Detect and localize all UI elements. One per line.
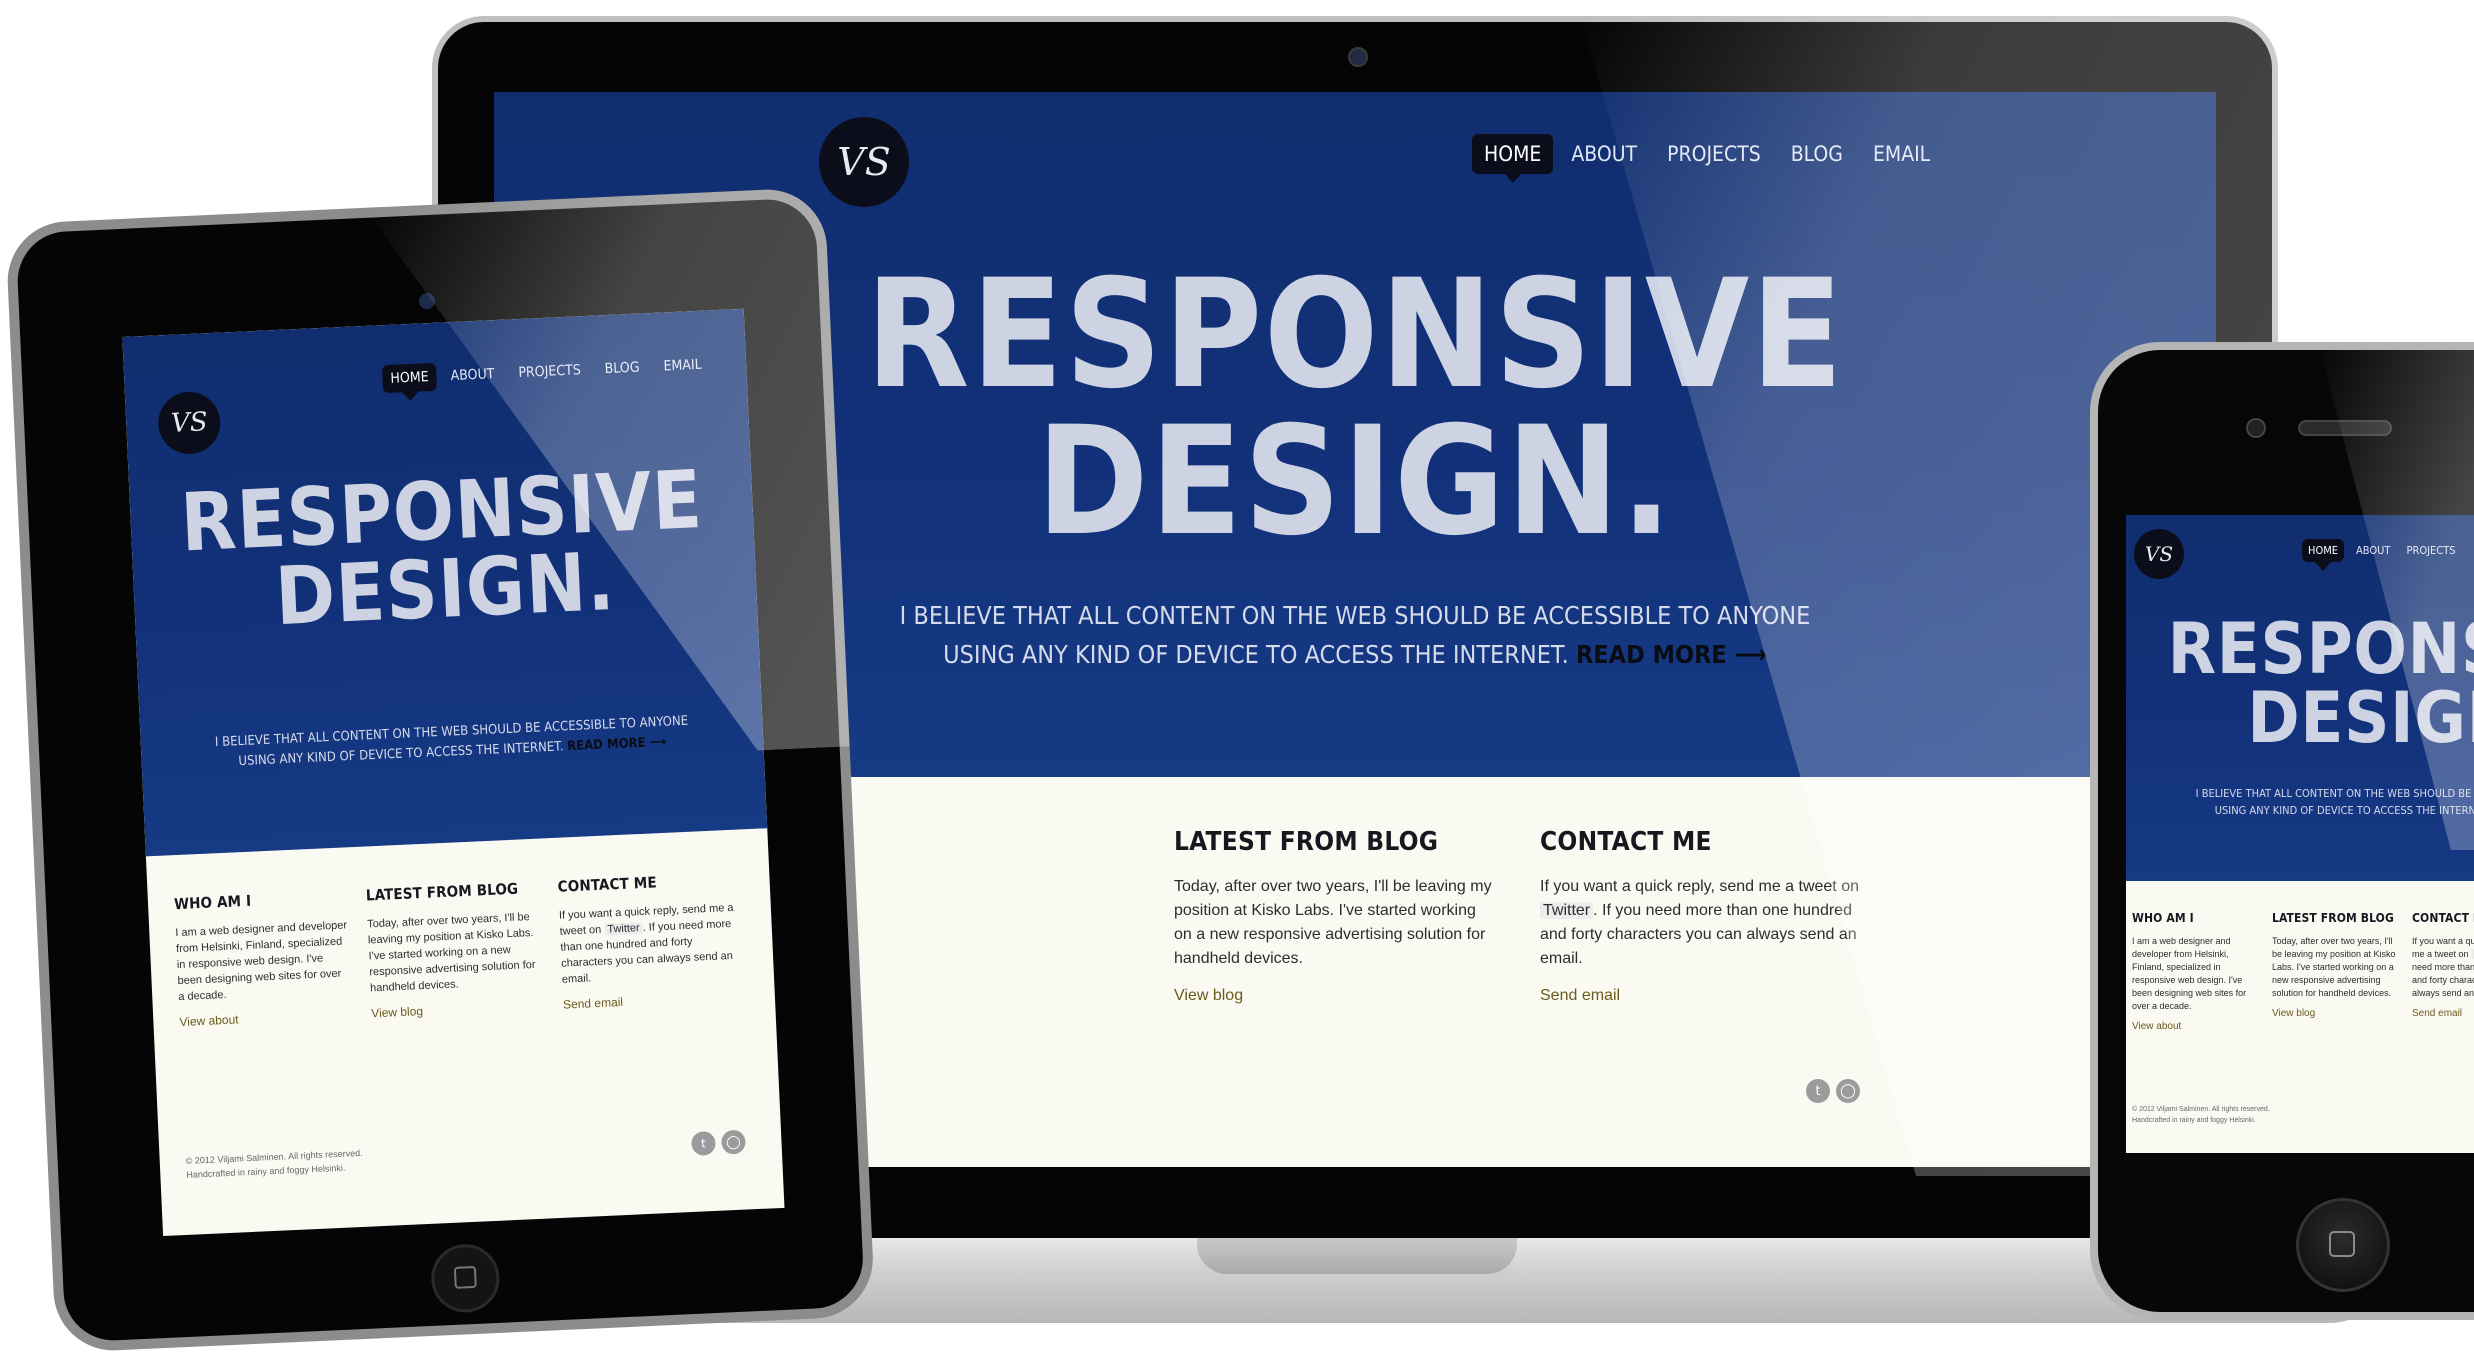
laptop-camera <box>1348 47 1368 67</box>
phone-contact-text-before: If you want a quick reply, send me a twe… <box>2412 936 2474 959</box>
phone-handcrafted-text: Handcrafted in rainy and foggy Helsinki. <box>2132 1116 2256 1124</box>
tablet-hero-headline: RESPONSIVE DESIGN. <box>129 453 757 644</box>
phone-tagline-line-2: USING ANY KIND OF DEVICE TO ACCESS THE I… <box>2136 802 2474 819</box>
phone-who-am-i-column: Who am I I am a web designer and develop… <box>2132 911 2260 1032</box>
view-blog-link[interactable]: View blog <box>1174 987 1494 1005</box>
tablet-nav-email[interactable]: Email <box>663 351 702 381</box>
contact-column: Contact me If you want a quick reply, se… <box>1540 827 1860 1005</box>
phone-footer: © 2012 Viljami Salminen. All rights rese… <box>2132 1105 2270 1126</box>
tablet-blog-text: Today, after over two years, I'll be lea… <box>366 911 536 995</box>
phone-screen: VS Home About Projects RESPONSIVE DESIGN… <box>2126 515 2474 1153</box>
tablet-view-about-link[interactable]: View about <box>179 1007 351 1029</box>
phone-contact-column: Contact me If you want a quick reply, se… <box>2412 911 2474 1019</box>
tablet-contact-title: Contact me <box>557 873 658 896</box>
phone-hero-section: VS Home About Projects RESPONSIVE DESIGN… <box>2126 515 2474 881</box>
tablet-contact-text: If you want a quick reply, send me a twe… <box>559 900 742 988</box>
phone-who-am-i-text: I am a web designer and developer from H… <box>2132 936 2247 1011</box>
tablet-blog-title: Latest from blog <box>365 879 519 905</box>
tablet-contact-column: Contact me If you want a quick reply, se… <box>557 870 743 1012</box>
phone-nav-home[interactable]: Home <box>2302 539 2345 562</box>
phone-copyright-text: © 2012 Viljami Salminen. All rights rese… <box>2132 1106 2270 1113</box>
contact-text: If you want a quick reply, send me a twe… <box>1540 875 1860 971</box>
phone-send-email-link[interactable]: Send email <box>2412 1008 2474 1019</box>
phone-view-blog-link[interactable]: View blog <box>2272 1008 2400 1019</box>
tablet-hero-tagline: I BELIEVE THAT ALL CONTENT ON THE WEB SH… <box>140 708 763 776</box>
tablet-footer: © 2012 Viljami Salminen. All rights rese… <box>185 1147 363 1182</box>
twitter-icon[interactable]: t <box>1806 1079 1830 1103</box>
phone-content-section: Who am I I am a web designer and develop… <box>2126 881 2474 1153</box>
phone-speaker <box>2298 420 2392 436</box>
contact-title: Contact me <box>1540 827 1712 857</box>
blog-text: Today, after over two years, I'll be lea… <box>1174 878 1492 967</box>
send-email-link[interactable]: Send email <box>1540 987 1860 1005</box>
nav-projects[interactable]: Projects <box>1667 134 1761 174</box>
phone-home-button <box>2296 1198 2390 1292</box>
phone-camera <box>2246 418 2266 438</box>
phone-main-nav: Home About Projects <box>2302 539 2472 562</box>
tablet-device: VS Home About Projects Blog Email RESPON… <box>5 186 876 1353</box>
tablet-twitter-link[interactable]: Twitter <box>604 921 643 936</box>
read-more-link[interactable]: READ MORE ⟶ <box>1576 640 1767 669</box>
phone-site-logo[interactable]: VS <box>2134 529 2184 579</box>
phone-nav-about[interactable]: About <box>2356 539 2390 562</box>
phone-headline-line-2: DESIGN. <box>2247 676 2474 759</box>
phone-contact-title: Contact me <box>2412 911 2474 925</box>
tablet-send-email-link[interactable]: Send email <box>563 990 743 1012</box>
tablet-blog-column: Latest from blog Today, after over two y… <box>365 879 543 1021</box>
phone-blog-column: Latest from blog Today, after over two y… <box>2272 911 2400 1019</box>
laptop-notch <box>1197 1238 1517 1274</box>
tablet-who-am-i-text: I am a web designer and developer from H… <box>175 919 348 1004</box>
phone-hero-tagline: I BELIEVE THAT ALL CONTENT ON THE WEB SH… <box>2136 785 2474 819</box>
phone-headline-line-1: RESPONSIVE <box>2167 608 2474 690</box>
phone-contact-text: If you want a quick reply, send me a twe… <box>2412 935 2474 1000</box>
tablet-dribbble-icon[interactable]: ◯ <box>720 1129 746 1155</box>
site-logo[interactable]: VS <box>819 117 909 207</box>
tablet-twitter-icon[interactable]: t <box>690 1130 717 1156</box>
twitter-link[interactable]: Twitter <box>1540 902 1594 919</box>
main-nav: Home About Projects Blog Email <box>1472 134 1930 174</box>
contact-text-before: If you want a quick reply, send me a twe… <box>1540 878 1859 895</box>
tablet-content-section: Who am I I am a web designer and develop… <box>146 828 785 1236</box>
phone-tagline-line-2-text: USING ANY KIND OF DEVICE TO ACCESS THE I… <box>2214 804 2474 818</box>
tablet-social-links: t ◯ <box>690 1129 746 1156</box>
phone-hero-headline: RESPONSIVE DESIGN. <box>2136 608 2474 759</box>
social-links: t ◯ <box>1806 1079 1860 1103</box>
tablet-screen: VS Home About Projects Blog Email RESPON… <box>122 308 785 1237</box>
phone-who-am-i-title: Who am I <box>2132 911 2194 925</box>
phone-blog-title: Latest from blog <box>2272 911 2394 925</box>
phone-nav-projects[interactable]: Projects <box>2406 539 2455 562</box>
tablet-view-blog-link[interactable]: View blog <box>371 999 543 1020</box>
tablet-nav-home[interactable]: Home <box>381 362 438 394</box>
tablet-who-am-i-column: Who am I I am a web designer and develop… <box>174 887 352 1029</box>
nav-blog[interactable]: Blog <box>1791 134 1843 174</box>
phone-view-about-link[interactable]: View about <box>2132 1021 2260 1032</box>
nav-about[interactable]: About <box>1571 134 1637 174</box>
nav-home[interactable]: Home <box>1472 134 1554 174</box>
dribbble-icon[interactable]: ◯ <box>1836 1079 1860 1103</box>
tablet-nav-projects[interactable]: Projects <box>518 356 582 387</box>
tablet-site-logo[interactable]: VS <box>156 390 222 456</box>
tagline-line-2-text: USING ANY KIND OF DEVICE TO ACCESS THE I… <box>943 639 1569 669</box>
tablet-nav-blog[interactable]: Blog <box>604 354 640 384</box>
tablet-read-more-link[interactable]: READ MORE ⟶ <box>567 735 667 754</box>
phone-tagline-line-1: I BELIEVE THAT ALL CONTENT ON THE WEB SH… <box>2195 787 2474 800</box>
phone-blog-text: Today, after over two years, I'll be lea… <box>2272 936 2396 998</box>
tablet-nav-about[interactable]: About <box>450 360 495 390</box>
blog-title: Latest from blog <box>1174 827 1439 857</box>
tablet-main-nav: Home About Projects Blog Email <box>381 351 702 394</box>
nav-email[interactable]: Email <box>1873 134 1930 174</box>
tablet-who-am-i-title: Who am I <box>173 891 252 914</box>
blog-column: Latest from blog Today, after over two y… <box>1174 827 1494 1005</box>
tablet-hero-section: VS Home About Projects Blog Email RESPON… <box>122 308 768 857</box>
